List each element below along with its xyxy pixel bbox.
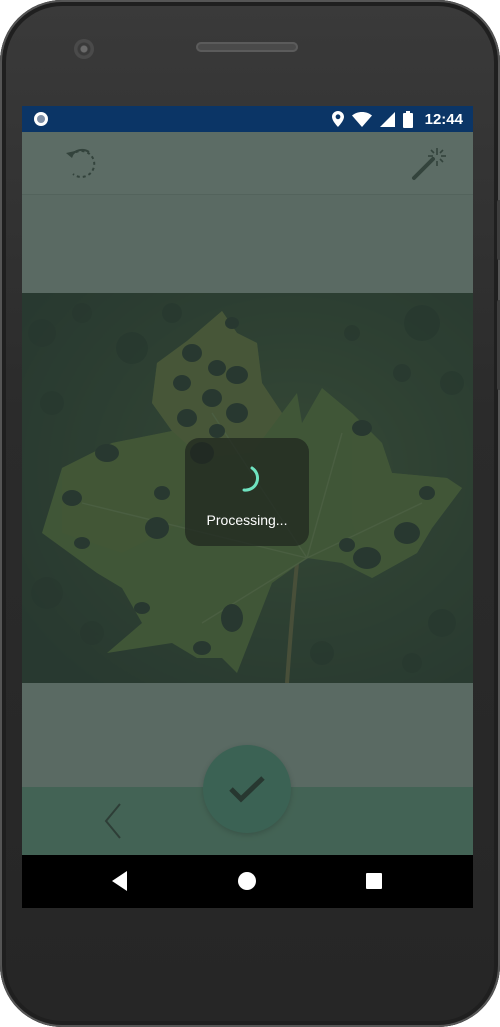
phone-frame: 12:44 Processing... xyxy=(0,0,500,1027)
screen: 12:44 Processing... xyxy=(22,106,473,908)
processing-text: Processing... xyxy=(206,512,288,528)
nav-recents-button[interactable] xyxy=(362,869,386,893)
status-bar: 12:44 xyxy=(22,106,473,132)
location-icon xyxy=(331,111,344,127)
nav-back-button[interactable] xyxy=(108,869,132,893)
status-time: 12:44 xyxy=(424,110,463,128)
loading-spinner-icon xyxy=(242,466,259,492)
battery-icon xyxy=(402,110,413,128)
earpiece-speaker xyxy=(196,42,298,52)
system-nav-bar xyxy=(22,855,473,908)
processing-dialog: Processing... xyxy=(185,438,309,546)
signal-icon xyxy=(379,111,395,127)
nav-home-button[interactable] xyxy=(235,869,259,893)
front-camera xyxy=(74,39,94,59)
home-circle-icon xyxy=(238,872,256,890)
recents-square-icon xyxy=(366,873,382,889)
back-triangle-icon xyxy=(112,871,127,891)
status-icons: 12:44 xyxy=(331,110,463,128)
app-notification-icon xyxy=(34,112,48,126)
wifi-icon xyxy=(351,111,372,127)
